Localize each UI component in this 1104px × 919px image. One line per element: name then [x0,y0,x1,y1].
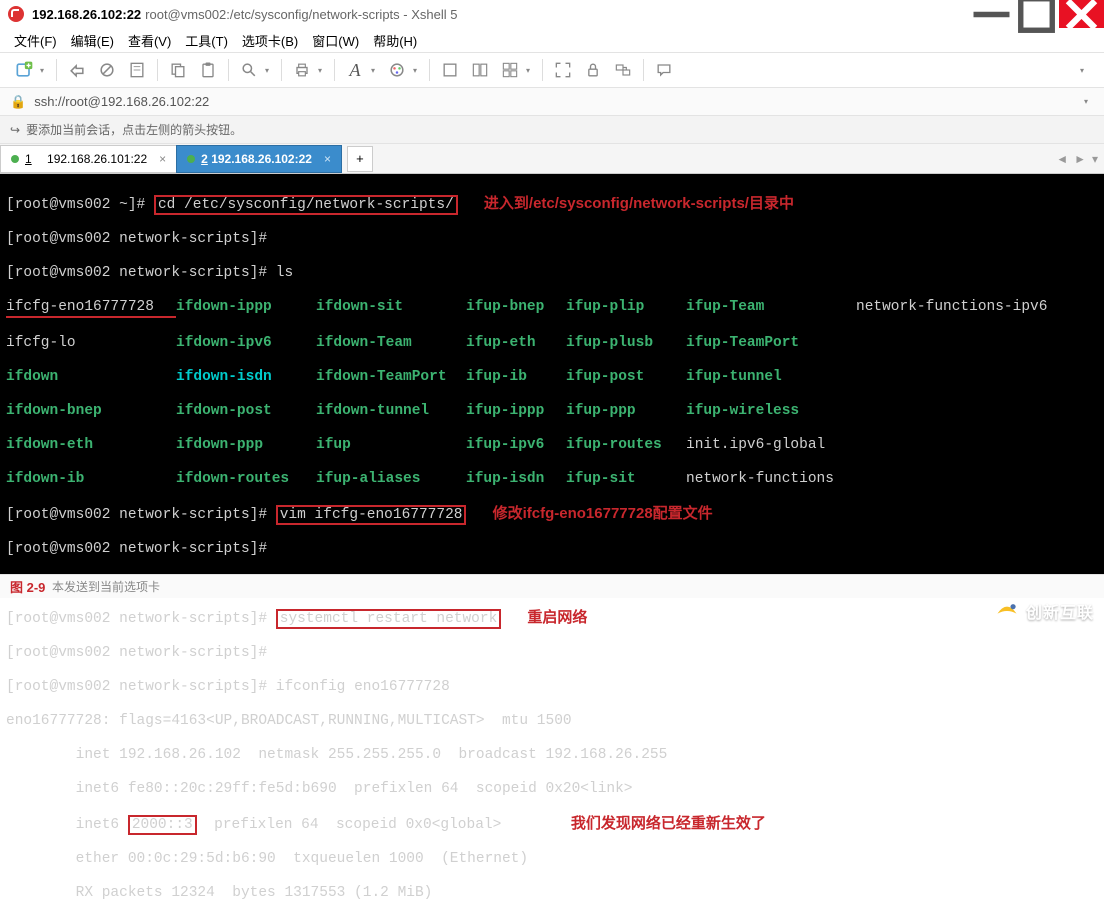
window-subtitle: root@vms002:/etc/sysconfig/network-scrip… [145,7,457,22]
tab-nav: ◄ ► ▾ [1056,152,1098,166]
reconnect-icon[interactable] [63,56,91,84]
status-dot-icon [11,155,19,163]
layout2-icon[interactable] [466,56,494,84]
annotation-network: 我们发现网络已经重新生效了 [571,815,766,832]
terminal[interactable]: [root@vms002 ~]# cd /etc/sysconfig/netwo… [0,174,1104,574]
new-session-icon[interactable] [10,56,38,84]
color-icon[interactable] [383,56,411,84]
restart-command: systemctl restart network [276,609,502,629]
disconnect-icon[interactable] [93,56,121,84]
ipv6-address: 2000::3 [128,815,197,835]
status-text: 本发送到当前选项卡 [52,578,160,595]
menu-tabs[interactable]: 选项卡(B) [242,31,298,50]
search-icon[interactable] [235,56,263,84]
address-bar: 🔒 ssh://root@192.168.26.102:22 ▾ [0,88,1104,116]
dropdown-icon[interactable]: ▾ [526,66,536,75]
toolbar: ▾ ▾ ▾ A ▾ ▾ ▾ ▾ [0,52,1104,88]
lock-icon[interactable] [579,56,607,84]
toolbar-overflow-icon[interactable]: ▾ [1080,66,1090,75]
dropdown-icon[interactable]: ▾ [1084,97,1094,106]
annotation-restart: 重启网络 [527,609,587,626]
tab-next-icon[interactable]: ► [1074,152,1086,166]
titlebar: 192.168.26.102:22 root@vms002:/etc/sysco… [0,0,1104,28]
maximize-button[interactable] [1014,0,1059,28]
app-logo-icon [8,6,24,22]
dropdown-icon[interactable]: ▾ [413,66,423,75]
annotation-cd: 进入到/etc/sysconfig/network-scripts/目录中 [484,195,794,212]
new-tab-button[interactable]: + [347,146,373,172]
hint-bar: ↪ 要添加当前会话，点击左侧的箭头按钮。 [0,116,1104,144]
properties-icon[interactable] [123,56,151,84]
font-icon[interactable]: A [341,56,369,84]
tab-prev-icon[interactable]: ◄ [1056,152,1068,166]
paste-icon[interactable] [194,56,222,84]
menu-view[interactable]: 查看(V) [128,31,171,50]
dropdown-icon[interactable]: ▾ [265,66,275,75]
menubar: 文件(F) 编辑(E) 查看(V) 工具(T) 选项卡(B) 窗口(W) 帮助(… [0,28,1104,52]
vim-command: vim ifcfg-eno16777728 [276,505,467,525]
arrow-icon[interactable]: ↪ [10,123,20,137]
watermark-text: 创新互联 [1026,599,1094,623]
layout1-icon[interactable] [436,56,464,84]
menu-window[interactable]: 窗口(W) [312,31,359,50]
fullscreen-icon[interactable] [549,56,577,84]
tab-list-icon[interactable]: ▾ [1092,152,1098,166]
menu-edit[interactable]: 编辑(E) [71,31,114,50]
dropdown-icon[interactable]: ▾ [318,66,328,75]
status-bar: 图 2-9 本发送到当前选项卡 [0,574,1104,598]
tab-strip: 1 192.168.26.101:22 × 2 192.168.26.102:2… [0,144,1104,174]
ifcfg-file: ifcfg-eno16777728 [6,299,176,318]
status-dot-icon [187,155,195,163]
close-button[interactable] [1059,0,1104,28]
dropdown-icon[interactable]: ▾ [371,66,381,75]
menu-tools[interactable]: 工具(T) [185,31,228,50]
minimize-button[interactable] [969,0,1014,28]
tab-session-2[interactable]: 2 192.168.26.102:22 × [176,145,342,173]
menu-help[interactable]: 帮助(H) [373,31,417,50]
watermark-logo-icon [994,598,1020,624]
tab-close-icon[interactable]: × [324,152,331,166]
tab-close-icon[interactable]: × [159,152,166,166]
watermark: 创新互联 [994,598,1094,624]
window-title: 192.168.26.102:22 [32,7,141,22]
dropdown-icon[interactable]: ▾ [40,66,50,75]
print-icon[interactable] [288,56,316,84]
lock-icon: 🔒 [10,94,26,110]
cd-command: cd /etc/sysconfig/network-scripts/ [154,195,458,215]
menu-file[interactable]: 文件(F) [14,31,57,50]
chat-icon[interactable] [650,56,678,84]
transfer-icon[interactable] [609,56,637,84]
tab-session-1[interactable]: 1 192.168.26.101:22 × [0,145,177,173]
copy-icon[interactable] [164,56,192,84]
address-url[interactable]: ssh://root@192.168.26.102:22 [34,94,209,109]
layout3-icon[interactable] [496,56,524,84]
figure-label: 图 2-9 [10,577,45,596]
hint-text: 要添加当前会话，点击左侧的箭头按钮。 [26,121,242,138]
annotation-vim: 修改ifcfg-eno16777728配置文件 [493,505,713,522]
